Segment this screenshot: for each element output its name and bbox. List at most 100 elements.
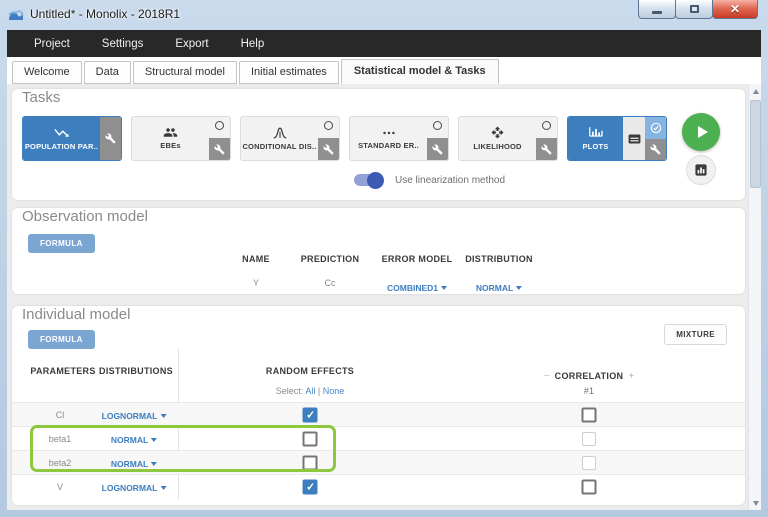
distribution-dropdown[interactable]: NORMAL: [111, 454, 157, 472]
obs-col-distribution: DISTRIBUTION: [465, 254, 533, 264]
random-effect-checkbox[interactable]: [303, 455, 318, 470]
error-model-dropdown[interactable]: COMBINED1: [387, 278, 447, 296]
task-settings-wrench-button[interactable]: [427, 138, 448, 160]
maximize-button[interactable]: [675, 0, 713, 19]
minimize-button[interactable]: [638, 0, 676, 19]
run-button[interactable]: [682, 113, 720, 151]
task-standard-errors[interactable]: STANDARD ER..: [349, 116, 449, 161]
random-effect-checkbox[interactable]: [303, 407, 318, 422]
select-all-link[interactable]: All: [305, 386, 315, 396]
tab-welcome[interactable]: Welcome: [12, 61, 82, 84]
wrench-icon: [323, 144, 334, 155]
window-controls: ✕: [639, 0, 758, 19]
obs-name-value: Y: [253, 278, 259, 288]
col-random-effects: RANDOM EFFECTS: [266, 366, 354, 376]
vertical-scrollbar[interactable]: [748, 84, 761, 510]
menu-settings[interactable]: Settings: [90, 38, 156, 50]
scrollbar-thumb[interactable]: [750, 100, 761, 188]
status-ring-icon: [433, 121, 442, 130]
scroll-down-button[interactable]: [749, 496, 762, 510]
individual-formula-button[interactable]: FORMULA: [28, 330, 95, 349]
task-label: PLOTS: [582, 142, 608, 151]
task-population-parameters[interactable]: POPULATION PAR..: [22, 116, 122, 161]
status-ring-icon: [324, 121, 333, 130]
correlation-checkbox[interactable]: [582, 432, 596, 446]
obs-distribution-dropdown[interactable]: NORMAL: [476, 278, 522, 296]
task-settings-wrench-button[interactable]: [318, 138, 339, 160]
random-effect-checkbox[interactable]: [303, 431, 318, 446]
parameter-name: V: [57, 482, 63, 492]
random-effects-select-line: Select: All | None: [276, 386, 344, 396]
play-icon: [698, 126, 708, 138]
observation-model-section: Observation model FORMULA NAME PREDICTIO…: [12, 208, 745, 294]
task-conditional-distribution[interactable]: CONDITIONAL DIS..: [240, 116, 340, 161]
wrench-icon: [650, 144, 661, 155]
arrow-down-icon: [753, 501, 759, 506]
tab-statistical-model-tasks[interactable]: Statistical model & Tasks: [341, 59, 499, 84]
distribution-dropdown[interactable]: LOGNORMAL: [102, 478, 167, 496]
correlation-checkbox[interactable]: [582, 479, 597, 494]
task-settings-wrench-button[interactable]: [100, 117, 121, 160]
select-none-link[interactable]: None: [323, 386, 345, 396]
chevron-down-icon: [151, 462, 157, 466]
random-effect-checkbox[interactable]: [303, 479, 318, 494]
arrow-up-icon: [753, 89, 759, 94]
col-distributions: DISTRIBUTIONS: [99, 366, 173, 376]
chevron-down-icon: [516, 286, 522, 290]
correlation-remove-button[interactable]: −: [539, 371, 555, 382]
scroll-up-button[interactable]: [749, 84, 762, 98]
content-area: Tasks POPULATION PAR.. EBEs: [7, 84, 761, 510]
plots-select-button[interactable]: [645, 117, 666, 139]
task-label: LIKELIHOOD: [473, 142, 521, 151]
task-label: CONDITIONAL DIS..: [242, 142, 316, 151]
dots-icon: [381, 128, 397, 138]
wrench-icon: [432, 144, 443, 155]
table-row-v: V LOGNORMAL: [12, 474, 745, 498]
wrench-icon: [105, 133, 116, 144]
task-label: POPULATION PAR..: [25, 142, 98, 151]
mixture-button[interactable]: MIXTURE: [664, 324, 727, 345]
screen-icon: [628, 134, 641, 144]
close-button[interactable]: ✕: [712, 0, 758, 19]
tab-initial-estimates[interactable]: Initial estimates: [239, 61, 339, 84]
distribution-dropdown[interactable]: LOGNORMAL: [102, 406, 167, 424]
app-icon: [8, 7, 24, 23]
task-settings-wrench-button[interactable]: [209, 138, 230, 160]
wrench-icon: [214, 144, 225, 155]
people-icon: [163, 127, 178, 138]
correlation-checkbox[interactable]: [582, 456, 596, 470]
task-settings-wrench-button[interactable]: [645, 139, 666, 161]
correlation-checkbox[interactable]: [582, 407, 597, 422]
tasks-title: Tasks: [22, 89, 60, 106]
bar-chart-icon: [588, 126, 604, 139]
plots-display-button[interactable]: [623, 117, 645, 160]
menu-project[interactable]: Project: [22, 38, 82, 50]
table-row-beta1: beta1 NORMAL: [12, 426, 745, 450]
obs-col-prediction: PREDICTION: [301, 254, 360, 264]
correlation-add-button[interactable]: +: [623, 371, 639, 382]
parameter-name: beta2: [49, 458, 72, 468]
task-plots[interactable]: PLOTS: [567, 116, 667, 161]
task-label: EBEs: [160, 141, 180, 150]
status-ring-icon: [542, 121, 551, 130]
window-title: Untitled* - Monolix - 2018R1: [30, 7, 180, 21]
menu-help[interactable]: Help: [229, 38, 277, 50]
menu-export[interactable]: Export: [163, 38, 220, 50]
toggle-knob: [367, 172, 384, 189]
check-circle-icon: [650, 122, 662, 134]
close-icon: ✕: [730, 2, 740, 16]
task-ebes[interactable]: EBEs: [131, 116, 231, 161]
tab-structural-model[interactable]: Structural model: [133, 61, 237, 84]
individual-model-section: Individual model FORMULA MIXTURE PARAMET…: [12, 306, 745, 505]
observation-formula-button[interactable]: FORMULA: [28, 234, 95, 253]
individual-model-title: Individual model: [22, 306, 130, 323]
task-likelihood[interactable]: LIKELIHOOD: [458, 116, 558, 161]
distribution-dropdown[interactable]: NORMAL: [111, 430, 157, 448]
task-buttons-row: POPULATION PAR.. EBEs: [22, 116, 667, 161]
task-settings-wrench-button[interactable]: [536, 138, 557, 160]
tab-data[interactable]: Data: [84, 61, 131, 84]
results-button[interactable]: [686, 155, 716, 185]
linearization-toggle[interactable]: [354, 174, 383, 186]
results-chart-icon: [695, 164, 707, 176]
obs-col-error-model: ERROR MODEL: [382, 254, 453, 264]
